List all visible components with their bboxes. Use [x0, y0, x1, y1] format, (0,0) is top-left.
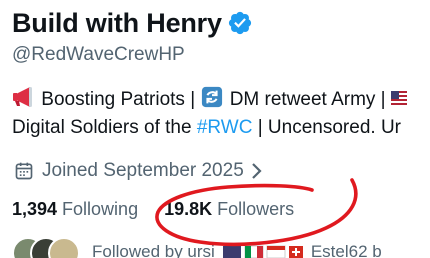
- megaphone-icon: [13, 87, 32, 107]
- bio-text-uncensored: | Uncensored. Ur: [257, 117, 401, 138]
- followers-count: 19.8K: [164, 199, 213, 219]
- bio-text-digital: Digital Soldiers of the: [12, 117, 192, 138]
- verified-badge-icon[interactable]: [227, 10, 253, 36]
- bio-line-1: Boosting Patriots | DM retweet Army |: [12, 86, 430, 114]
- profile-name-row: Build with Henry: [12, 6, 253, 40]
- display-name: Build with Henry: [12, 7, 222, 38]
- followed-by-text: Followed by ursi: [92, 242, 215, 258]
- hashtag-link[interactable]: #RWC: [197, 117, 253, 138]
- profile-stats: 1,394 Following 19.8K Followers: [12, 199, 294, 220]
- joined-date[interactable]: Joined September 2025: [14, 159, 271, 183]
- flag-icons: [222, 245, 303, 258]
- followed-by-avatars: [12, 237, 80, 258]
- followers-label: Followers: [217, 199, 295, 219]
- joined-text: Joined September 2025: [42, 160, 244, 181]
- us-flag-icon: [390, 91, 407, 105]
- bio-text-dm: DM retweet Army |: [229, 89, 386, 110]
- bio-text-boosting: Boosting Patriots |: [41, 89, 196, 110]
- profile-handle: @RedWaveCrewHP: [12, 44, 185, 65]
- followers-link[interactable]: 19.8K Followers: [164, 199, 294, 220]
- avatar: [48, 237, 80, 258]
- following-label: Following: [62, 199, 139, 219]
- chevron-right-icon: [251, 163, 262, 179]
- following-count: 1,394: [12, 199, 58, 219]
- following-link[interactable]: 1,394 Following: [12, 199, 138, 220]
- followed-by-row[interactable]: Followed by ursi Estel62 b: [12, 237, 382, 258]
- followed-by-text-2: Estel62 b: [310, 242, 382, 258]
- calendar-icon: [15, 162, 33, 180]
- profile-bio: Boosting Patriots | DM retweet Army | Di…: [12, 86, 430, 142]
- bio-line-2: Digital Soldiers of the #RWC | Uncensore…: [12, 114, 430, 142]
- repeat-icon: [202, 86, 223, 108]
